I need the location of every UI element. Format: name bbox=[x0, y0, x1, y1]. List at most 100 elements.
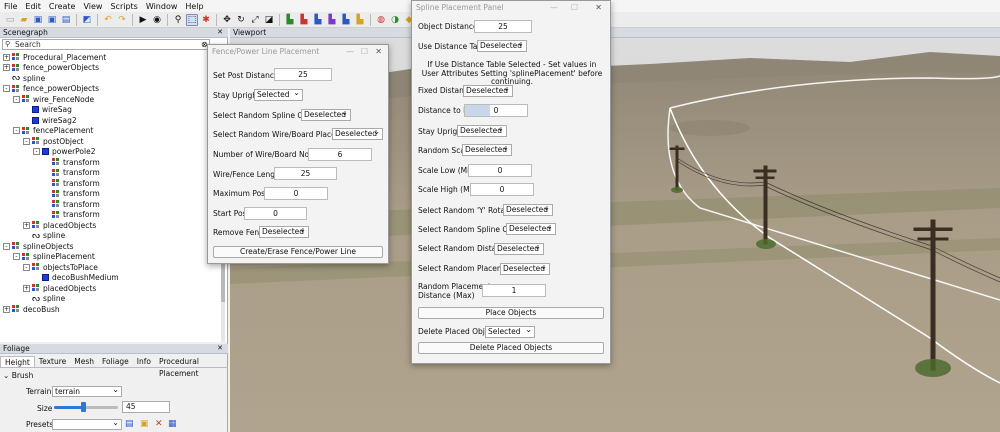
spline-dialog-titlebar[interactable]: Spline Placement Panel — ☐ ✕ bbox=[412, 1, 610, 15]
collapse-icon[interactable]: - bbox=[13, 95, 20, 103]
paint-tool-icon[interactable]: ▙ bbox=[298, 14, 310, 26]
maximize-icon[interactable]: ☐ bbox=[361, 45, 368, 59]
tree-row[interactable]: + placedObjects bbox=[0, 220, 220, 231]
set-post-distance-input[interactable]: 25 bbox=[274, 68, 332, 81]
random-spline-order-select[interactable]: Deselected bbox=[506, 222, 556, 235]
minimize-icon[interactable]: — bbox=[346, 45, 354, 59]
tab-foliage[interactable]: Foliage bbox=[98, 356, 133, 367]
tree-row[interactable]: transform bbox=[0, 157, 220, 168]
open-folder-icon[interactable]: ▰ bbox=[18, 14, 30, 26]
undo-icon[interactable]: ↶ bbox=[102, 14, 114, 26]
random-scale-select[interactable]: Deselected bbox=[462, 143, 512, 156]
foliage-tool-icon[interactable]: ▙ bbox=[312, 14, 324, 26]
save-as-icon[interactable]: ▣ bbox=[46, 14, 58, 26]
random-placement-select[interactable]: Deselected bbox=[500, 262, 550, 275]
fixed-distance-select[interactable]: Deselected bbox=[463, 84, 513, 97]
tree-row[interactable]: transform bbox=[0, 178, 220, 189]
tree-row[interactable]: transform bbox=[0, 210, 220, 221]
menu-scripts[interactable]: Scripts bbox=[110, 2, 137, 11]
tree-row[interactable]: - postObject bbox=[0, 136, 220, 147]
use-distance-table-select[interactable]: Deselected bbox=[477, 39, 527, 52]
close-icon[interactable]: ✕ bbox=[375, 45, 382, 59]
move-icon[interactable]: ✥ bbox=[221, 14, 233, 26]
redo-icon[interactable]: ↷ bbox=[116, 14, 128, 26]
close-icon[interactable]: ✕ bbox=[595, 1, 602, 15]
tree-row[interactable]: + fence_powerObjects bbox=[0, 63, 220, 74]
delete-placed-select[interactable]: Selected bbox=[485, 325, 535, 338]
panel-close-icon[interactable]: ✕ bbox=[217, 344, 223, 352]
light-tool-icon[interactable]: ▙ bbox=[354, 14, 366, 26]
expand-icon[interactable]: + bbox=[3, 64, 10, 72]
collapse-icon[interactable]: - bbox=[3, 242, 10, 250]
edit-preset-icon[interactable]: ▦ bbox=[168, 419, 177, 429]
search-icon[interactable]: ⚲ bbox=[172, 14, 184, 26]
fence-dialog-titlebar[interactable]: Fence/Power Line Placement — ☐ ✕ bbox=[208, 45, 388, 59]
materials-icon[interactable]: ◍ bbox=[375, 14, 387, 26]
tree-row[interactable]: - fencePlacement bbox=[0, 126, 220, 137]
tree-row[interactable]: ᔓ spline bbox=[0, 231, 220, 242]
expand-icon[interactable]: + bbox=[3, 305, 10, 313]
distance-to-fix-input[interactable]: 0 bbox=[464, 104, 528, 117]
tab-info[interactable]: Info bbox=[133, 356, 155, 367]
random-distance-select[interactable]: Deselected bbox=[494, 242, 544, 255]
scale-low-input[interactable]: 0 bbox=[468, 164, 532, 177]
save-icon[interactable]: ▣ bbox=[32, 14, 44, 26]
menu-window[interactable]: Window bbox=[146, 2, 178, 11]
size-slider[interactable] bbox=[54, 402, 118, 412]
tree-row[interactable]: - powerPole2 bbox=[0, 147, 220, 158]
place-objects-button[interactable]: Place Objects bbox=[418, 307, 604, 319]
load-preset-icon[interactable]: ▣ bbox=[140, 419, 149, 429]
tree-row[interactable]: decoBushMedium bbox=[0, 273, 220, 284]
delete-preset-icon[interactable]: ✕ bbox=[155, 419, 163, 429]
select-icon[interactable]: ⬚ bbox=[186, 13, 198, 26]
random-placement-distance-input[interactable]: 1 bbox=[482, 284, 546, 297]
tab-height[interactable]: Height bbox=[0, 356, 35, 367]
collapse-icon[interactable]: - bbox=[33, 148, 40, 156]
export-icon[interactable]: ▤ bbox=[60, 14, 72, 26]
maximize-icon[interactable]: ☐ bbox=[571, 1, 578, 15]
scale-high-input[interactable]: 0 bbox=[470, 183, 534, 196]
tab-texture[interactable]: Texture bbox=[35, 356, 70, 367]
render-icon[interactable]: ◩ bbox=[81, 14, 93, 26]
size-slider-thumb[interactable] bbox=[80, 402, 86, 412]
size-input[interactable]: 45 bbox=[122, 401, 170, 413]
tree-row[interactable]: + decoBush bbox=[0, 304, 220, 315]
color-picker-icon[interactable]: ◑ bbox=[389, 14, 401, 26]
tree-row[interactable]: wireSag bbox=[0, 105, 220, 116]
road-tool-icon[interactable]: ▙ bbox=[326, 14, 338, 26]
river-tool-icon[interactable]: ▙ bbox=[340, 14, 352, 26]
remove-fence-select[interactable]: Deselected bbox=[259, 225, 309, 238]
menu-view[interactable]: View bbox=[83, 2, 102, 11]
expand-icon[interactable]: + bbox=[23, 284, 30, 292]
object-distance-input[interactable]: 25 bbox=[474, 20, 532, 33]
create-fence-button[interactable]: Create/Erase Fence/Power Line bbox=[213, 246, 383, 258]
collapse-icon[interactable]: - bbox=[3, 85, 10, 93]
new-file-icon[interactable]: ▭ bbox=[4, 14, 16, 26]
tree-row[interactable]: + placedObjects bbox=[0, 283, 220, 294]
tree-row[interactable]: + Procedural_Placement bbox=[0, 52, 220, 63]
random-spline-order-select[interactable]: Deselected bbox=[301, 108, 351, 121]
max-posts-input[interactable]: 0 bbox=[264, 187, 328, 200]
tab-procedural-placement[interactable]: Procedural Placement bbox=[155, 356, 228, 378]
snap-icon[interactable]: ◪ bbox=[263, 14, 275, 26]
panel-close-icon[interactable]: ✕ bbox=[217, 28, 223, 36]
minimize-icon[interactable]: — bbox=[550, 1, 558, 15]
tab-mesh[interactable]: Mesh bbox=[70, 356, 98, 367]
rotate-icon[interactable]: ↻ bbox=[235, 14, 247, 26]
tool-options-icon[interactable]: ✱ bbox=[200, 14, 212, 26]
collapse-icon[interactable]: - bbox=[23, 137, 30, 145]
tree-row[interactable]: transform bbox=[0, 189, 220, 200]
menu-create[interactable]: Create bbox=[49, 2, 76, 11]
terrain-select[interactable]: terrain bbox=[52, 385, 122, 397]
tree-row[interactable]: transform bbox=[0, 168, 220, 179]
menu-edit[interactable]: Edit bbox=[25, 2, 41, 11]
play-icon[interactable]: ▶ bbox=[137, 14, 149, 26]
menu-file[interactable]: File bbox=[4, 2, 17, 11]
presets-select[interactable] bbox=[52, 418, 122, 430]
random-wire-placement-select[interactable]: Deselected bbox=[332, 127, 383, 140]
save-preset-icon[interactable]: ▤ bbox=[125, 419, 134, 429]
collapse-icon[interactable]: - bbox=[23, 263, 30, 271]
tree-row[interactable]: ᔓ spline bbox=[0, 294, 220, 305]
scale-icon[interactable]: ⤢ bbox=[249, 14, 261, 26]
tree-row[interactable]: ᔓ spline bbox=[0, 73, 220, 84]
